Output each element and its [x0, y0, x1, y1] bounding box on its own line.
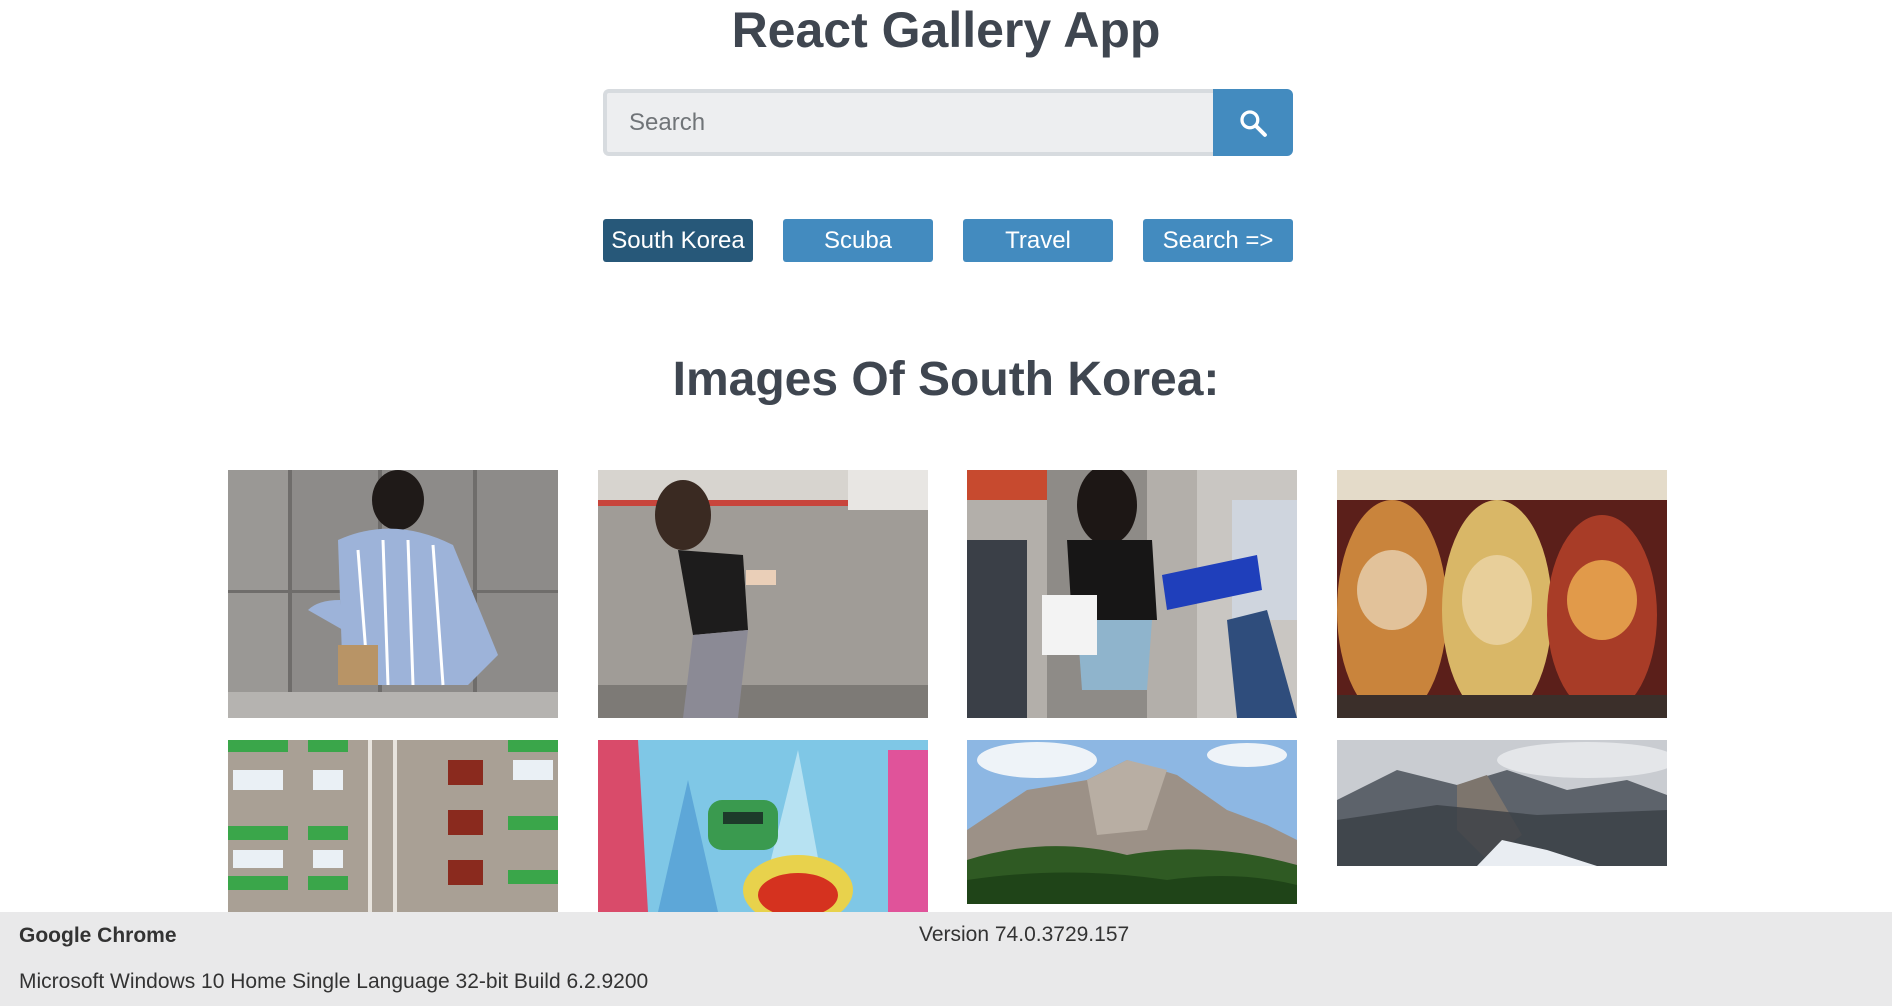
nav-scuba[interactable]: Scuba — [783, 219, 933, 262]
nav-travel[interactable]: Travel — [963, 219, 1113, 262]
photo-8[interactable] — [1337, 740, 1667, 866]
footer-bar: Google Chrome Version 74.0.3729.157 Micr… — [0, 912, 1892, 1006]
os-info: Microsoft Windows 10 Home Single Languag… — [19, 970, 649, 993]
search-icon — [1240, 110, 1267, 137]
search-button[interactable] — [1213, 89, 1293, 156]
search-input[interactable] — [603, 89, 1213, 156]
nav-search[interactable]: Search => — [1143, 219, 1293, 262]
photo-6[interactable] — [598, 740, 928, 912]
nav-south-korea[interactable]: South Korea — [603, 219, 753, 262]
gallery-title: Images Of South Korea: — [672, 353, 1220, 406]
photo-7[interactable] — [967, 740, 1297, 904]
photo-1[interactable] — [228, 470, 558, 718]
topic-nav: South Korea Scuba Travel Search => — [603, 219, 1293, 262]
browser-version: Version 74.0.3729.157 — [919, 923, 1130, 946]
photo-5[interactable] — [228, 740, 558, 912]
search-form — [603, 89, 1293, 156]
photo-3[interactable] — [967, 470, 1297, 718]
app-title: React Gallery App — [731, 2, 1161, 58]
browser-name: Google Chrome — [19, 924, 177, 947]
photo-4[interactable] — [1337, 470, 1667, 718]
photo-2[interactable] — [598, 470, 928, 718]
